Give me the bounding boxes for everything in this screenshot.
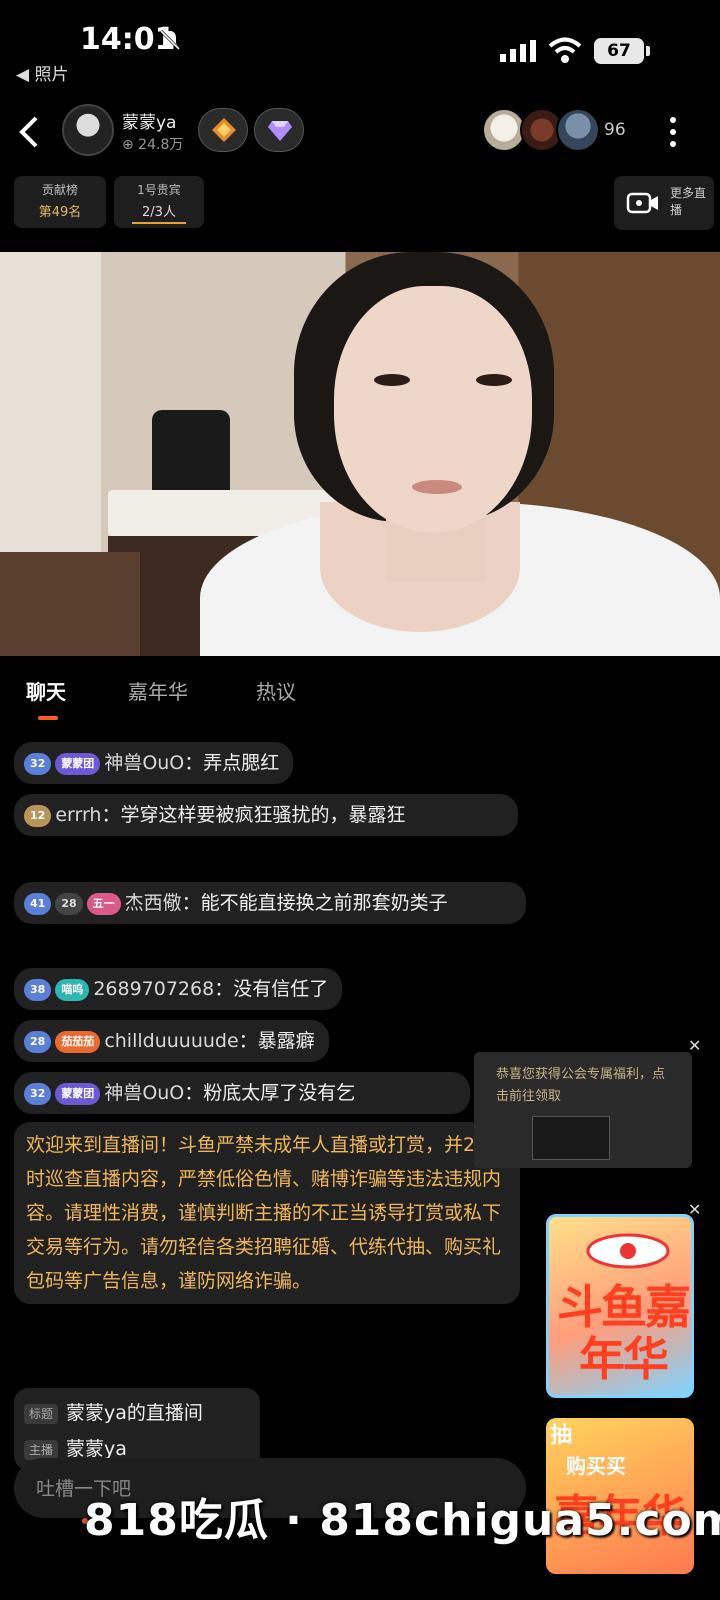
tab-carnival[interactable]: 嘉年华: [128, 676, 188, 705]
chat-text: ：暴露癖: [238, 1030, 315, 1052]
chat-username[interactable]: 神兽OuO: [104, 1082, 184, 1104]
room-title: 蒙蒙ya的直播间: [66, 1402, 203, 1424]
fan-badge: 蒙蒙团: [55, 1082, 101, 1105]
kettle-image: [152, 410, 230, 502]
chat-username[interactable]: 杰西儆: [125, 892, 182, 914]
close-icon[interactable]: ✕: [688, 1036, 701, 1055]
video-camera-icon: [626, 192, 658, 214]
chat-message: 32 蒙蒙团 神兽OuO：弄点腮红: [14, 742, 294, 784]
level-number-badge: 28: [55, 892, 83, 915]
vip-guest-button[interactable]: 1号贵宾 2/3人: [114, 176, 204, 228]
contribution-rank-button[interactable]: 贡献榜 第49名: [14, 176, 106, 228]
carnival-title: 斗鱼嘉年华: [557, 1280, 691, 1386]
rank-badge[interactable]: [198, 108, 248, 152]
promo-card[interactable]: 恭喜您获得公会专属福利，点击前往领取: [474, 1052, 692, 1168]
tab-hot-discussion[interactable]: 热议: [256, 676, 296, 705]
system-notice: 欢迎来到直播间！斗鱼严禁未成年人直播或打赏，并24小时巡查直播内容，严禁低俗色情…: [14, 1122, 520, 1304]
diamond-icon: [268, 121, 292, 141]
chat-message: 38 喵呜 2689707268：没有信任了: [14, 968, 343, 1010]
carnival-banner[interactable]: 斗鱼嘉年华: [546, 1214, 694, 1398]
rocket-icon: [586, 1233, 670, 1269]
chat-message: 12 errrh：学穿这样要被疯狂骚扰的，暴露狂: [14, 794, 518, 836]
title-tag: 标题: [24, 1403, 59, 1424]
chat-message: 28 茄茄茄 chillduuuuude：暴露癖: [14, 1020, 329, 1062]
host-avatar[interactable]: [62, 104, 114, 156]
chat-text: ：学穿这样要被疯狂骚扰的，暴露狂: [101, 804, 406, 826]
streamer-image: [412, 480, 462, 494]
room-header: 蒙蒙ya ⊕ 24.8万 96: [0, 100, 720, 170]
more-live-label: 更多直播: [670, 186, 707, 217]
level-badge: 32: [24, 752, 52, 775]
chat-username[interactable]: 神兽OuO: [104, 752, 184, 774]
chat-username[interactable]: chillduuuuude: [104, 1030, 238, 1052]
streamer-image: [476, 374, 512, 386]
tab-chat[interactable]: 聊天: [26, 676, 66, 705]
room-tabs: 聊天 嘉年华 热议: [0, 676, 720, 726]
active-tab-indicator: [38, 716, 58, 720]
chat-message: 41 28 五一 杰西儆：能不能直接换之前那套奶类子: [14, 882, 526, 924]
streamer-image: [374, 374, 410, 386]
chat-text: ：粉底太厚了没有乞: [184, 1082, 356, 1104]
rank-medal-icon: [212, 118, 236, 142]
room-host: 蒙蒙ya: [66, 1438, 127, 1460]
host-fans-count: ⊕ 24.8万: [122, 137, 184, 153]
fan-badge: 蒙蒙团: [55, 752, 101, 775]
table-image: [0, 552, 140, 656]
battery-indicator: 67: [594, 38, 650, 64]
bell-off-icon: [159, 29, 181, 51]
chat-text: ：能不能直接换之前那套奶类子: [181, 892, 448, 914]
wifi-icon: [548, 37, 582, 63]
chat-username[interactable]: 2689707268: [93, 978, 214, 1000]
signal-icon: [500, 40, 536, 62]
viewer-count[interactable]: 96: [604, 120, 626, 140]
back-arrow-icon[interactable]: [14, 112, 46, 152]
host-tag: 主播: [24, 1439, 59, 1460]
viewer-avatar[interactable]: [556, 108, 600, 152]
chat-message: 32 蒙蒙团 神兽OuO：粉底太厚了没有乞: [14, 1072, 470, 1114]
level-badge: 28: [24, 1030, 52, 1053]
host-name[interactable]: 蒙蒙ya: [122, 108, 176, 133]
more-live-button[interactable]: 更多直播: [614, 176, 714, 230]
room-title-row: 标题 蒙蒙ya的直播间: [24, 1398, 203, 1425]
chat-text: ：没有信任了: [214, 978, 329, 1000]
streamer-image: [334, 286, 532, 532]
fan-badge: 茄茄茄: [55, 1030, 101, 1053]
room-host-row: 主播 蒙蒙ya: [24, 1434, 127, 1461]
back-to-photos-link[interactable]: ◀ 照片: [16, 60, 68, 85]
level-badge: 32: [24, 1082, 52, 1105]
fan-badge: 五一: [86, 892, 121, 915]
level-badge: 12: [24, 804, 52, 827]
chat-text: ：弄点腮红: [184, 752, 280, 774]
carnival-card-mid: 购买买: [566, 1454, 626, 1478]
promo-text: 恭喜您获得公会专属福利，点击前往领取: [496, 1067, 666, 1104]
fan-badge: 喵呜: [55, 978, 90, 1001]
rank-button-value: 第49名: [38, 205, 82, 220]
rank-button-value: 2/3人: [132, 201, 186, 224]
level-badge: 41: [24, 892, 52, 915]
live-video[interactable]: [0, 252, 720, 656]
diamond-badge[interactable]: [254, 108, 304, 152]
chat-username[interactable]: errrh: [55, 804, 101, 826]
rank-button-title: 贡献榜: [41, 183, 78, 197]
level-badge: 38: [24, 978, 52, 1001]
rank-button-title: 1号贵宾: [137, 183, 181, 197]
carnival-card-top: 抽: [550, 1423, 573, 1448]
more-icon[interactable]: [666, 112, 680, 152]
status-bar: 14:01 ◀ 照片 67: [0, 0, 720, 90]
promo-image: [532, 1116, 610, 1160]
watermark: 818吃瓜 · 818chigua5.com: [84, 1495, 720, 1546]
